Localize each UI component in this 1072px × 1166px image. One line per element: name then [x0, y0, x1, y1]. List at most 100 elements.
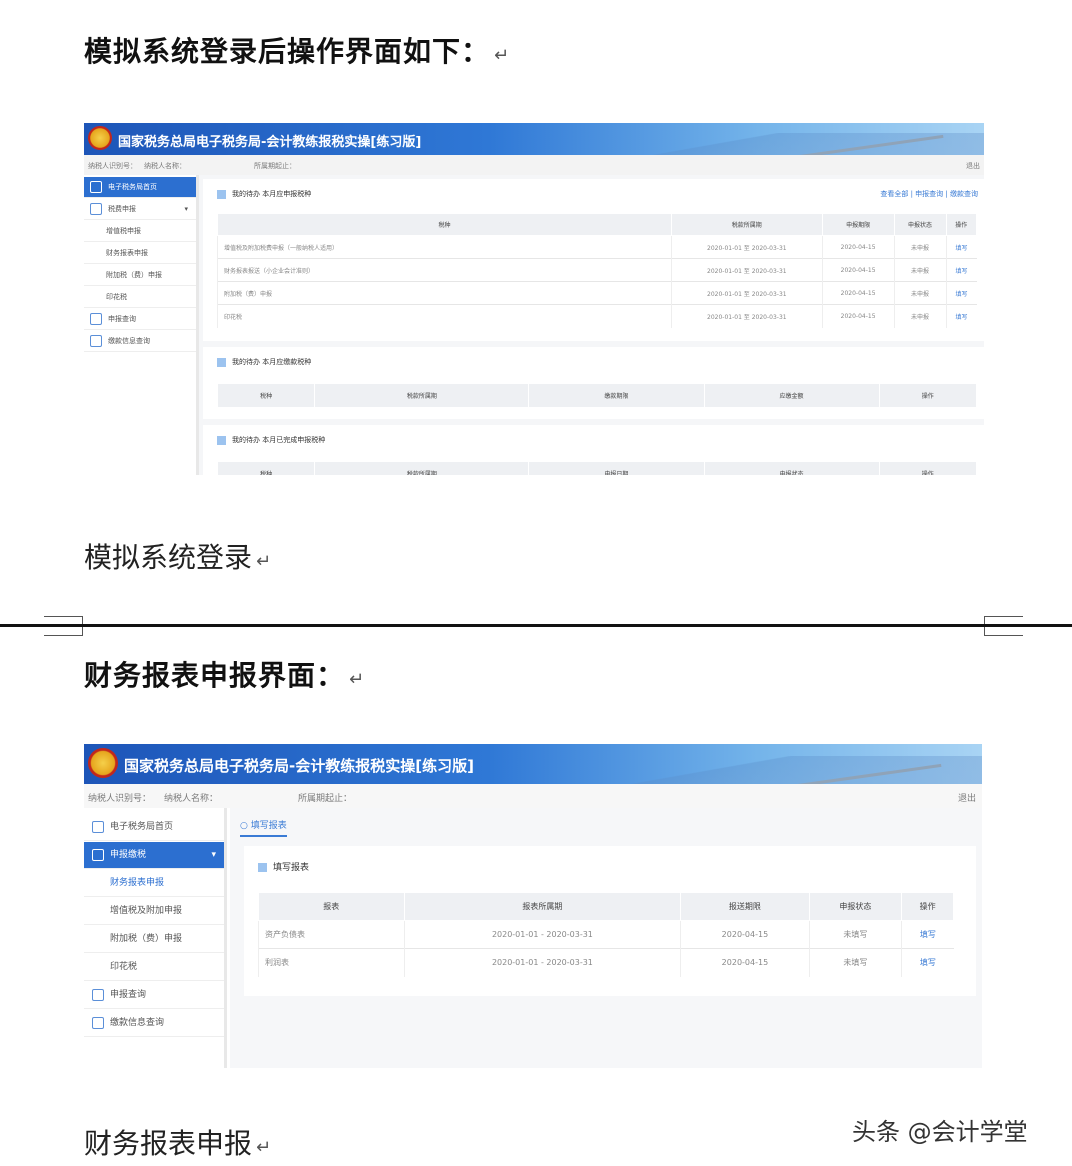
cell-status: 未填写 [808, 948, 902, 977]
cell-status: 未申报 [893, 281, 946, 305]
cell-deadline: 2020-04-15 [821, 258, 895, 282]
cell-report: 资产负债表 [258, 920, 405, 949]
col-deadline: 报送期限 [680, 892, 810, 921]
payment-icon [90, 335, 102, 347]
col-period: 税款所属期 [670, 213, 823, 236]
table-header-row: 税种 税款所属期 申报期限 申报状态 操作 [217, 213, 977, 236]
cell-period: 2020-01-01 至 2020-03-31 [670, 304, 823, 328]
col-amount: 应缴金额 [703, 383, 880, 408]
caption-2: 财务报表申报 ↵ [84, 1127, 272, 1160]
list-icon [258, 863, 267, 872]
list-icon [217, 357, 226, 367]
return-mark: ↵ [349, 669, 366, 690]
return-mark: ↵ [256, 1137, 272, 1158]
nav-item-home[interactable]: 电子税务局首页 [84, 814, 224, 841]
home-icon [90, 181, 102, 193]
cell-tax-type: 财务报表报送（小企业会计准则） [217, 258, 672, 282]
cell-tax-type: 增值税及附加税费申报（一般纳税人适用） [217, 235, 672, 259]
nav-subitem-vat[interactable]: 增值税及附加申报 [84, 898, 224, 925]
nav-item-declare-query[interactable]: 申报查询 [84, 982, 224, 1009]
table-row: 增值税及附加税费申报（一般纳税人适用） 2020-01-01 至 2020-03… [217, 235, 977, 259]
nav-item-payment-query[interactable]: 缴款信息查询 [84, 1010, 224, 1037]
col-period: 税款所属期 [314, 383, 530, 408]
watermark: 头条 @会计学堂 [852, 1118, 1028, 1146]
fill-link[interactable]: 填写 [945, 235, 977, 259]
nav-item-declare-pay[interactable]: 申报缴税 ▾ [84, 842, 224, 869]
list-icon [217, 435, 226, 445]
section-heading-1: 模拟系统登录后操作界面如下： ↵ [84, 35, 511, 68]
panel-title: 我的待办 本月应缴款税种 [217, 357, 311, 367]
tab-fill-report[interactable]: ○ 填写报表 [240, 818, 287, 837]
nav-subitem-surtax[interactable]: 附加税（费）申报 [84, 265, 196, 286]
banner-title: 国家税务总局电子税务局-会计教练报税实操[练习版] [118, 135, 422, 150]
col-tax-type: 税种 [217, 213, 672, 236]
circle-icon: ○ [240, 821, 251, 831]
site-banner: 国家税务总局电子税务局-会计教练报税实操[练习版] [84, 123, 984, 161]
document-icon [92, 848, 104, 861]
nav-item-home[interactable]: 电子税务局首页 [84, 177, 196, 198]
cell-period: 2020-01-01 至 2020-03-31 [670, 281, 823, 305]
cell-period: 2020-01-01 - 2020-03-31 [403, 920, 681, 949]
fill-link[interactable]: 填写 [945, 281, 977, 305]
nav-item-payment-query[interactable]: 缴款信息查询 [84, 331, 196, 352]
col-period: 税款所属期 [314, 461, 530, 475]
cell-period: 2020-01-01 至 2020-03-31 [670, 258, 823, 282]
cell-deadline: 2020-04-15 [680, 920, 810, 949]
nav-subitem-surtax[interactable]: 附加税（费）申报 [84, 926, 224, 953]
fill-link[interactable]: 填写 [945, 258, 977, 282]
col-status: 申报状态 [808, 892, 903, 921]
chevron-down-icon: ▾ [184, 205, 188, 213]
nav-item-tax-declare[interactable]: 税费申报 ▾ [84, 199, 196, 220]
nav-subitem-stamp-tax[interactable]: 印花税 [84, 287, 196, 308]
col-status: 申报状态 [703, 461, 880, 475]
document-icon [90, 203, 102, 215]
cell-period: 2020-01-01 至 2020-03-31 [670, 235, 823, 259]
cell-deadline: 2020-04-15 [821, 281, 895, 305]
logout-link[interactable]: 退出 [966, 161, 980, 171]
query-icon [90, 313, 102, 325]
logout-link[interactable]: 退出 [958, 791, 976, 804]
panel-completed: 我的待办 本月已完成申报税种 税种 税款所属期 申报日期 申报状态 操作 [203, 425, 984, 475]
panel-title: 我的待办 本月应申报税种 [217, 189, 311, 199]
fill-link[interactable]: 填写 [945, 304, 977, 328]
banner-title: 国家税务总局电子税务局-会计教练报税实操[练习版] [124, 757, 474, 775]
report-table: 报表 报表所属期 报送期限 申报状态 操作 资产负债表 2020-01-01 -… [258, 892, 954, 977]
home-icon [92, 820, 104, 833]
info-period: 所属期起止： [298, 794, 353, 804]
return-mark: ↵ [494, 45, 511, 66]
cell-deadline: 2020-04-15 [680, 948, 810, 977]
table-header-row: 税种 税款所属期 缴款期限 应缴金额 操作 [216, 383, 978, 408]
col-deadline: 申报期限 [821, 213, 895, 236]
col-action: 操作 [878, 383, 978, 408]
payment-icon [92, 1016, 104, 1029]
cell-deadline: 2020-04-15 [821, 235, 895, 259]
panel-title: 填写报表 [258, 860, 309, 873]
page-break-line [0, 624, 1072, 627]
fill-link[interactable]: 填写 [901, 920, 954, 949]
panel-fill-report: 填写报表 报表 报表所属期 报送期限 申报状态 操作 资产负债表 2020-01… [244, 846, 976, 996]
cell-period: 2020-01-01 - 2020-03-31 [403, 948, 681, 977]
cell-report: 利润表 [258, 948, 405, 977]
col-report: 报表 [258, 892, 405, 921]
col-action: 操作 [901, 892, 954, 921]
section-heading-2: 财务报表申报界面： ↵ [84, 659, 366, 692]
col-period: 报表所属期 [403, 892, 682, 921]
caption-1: 模拟系统登录 ↵ [84, 541, 272, 574]
nav-subitem-stamp-tax[interactable]: 印花税 [84, 954, 224, 981]
table-header-row: 报表 报表所属期 报送期限 申报状态 操作 [258, 892, 954, 921]
info-period: 所属期起止： [254, 162, 296, 170]
cell-status: 未申报 [893, 258, 946, 282]
completed-table: 税种 税款所属期 申报日期 申报状态 操作 [216, 461, 978, 475]
col-tax-type: 税种 [216, 383, 316, 408]
sidebar: 电子税务局首页 申报缴税 ▾ 财务报表申报 增值税及附加申报 附加税（费）申报 印… [84, 808, 227, 1068]
panel-links[interactable]: 查看全部 | 申报查询 | 缴款查询 [880, 189, 978, 199]
nav-subitem-vat[interactable]: 增值税申报 [84, 221, 196, 242]
fill-link[interactable]: 填写 [901, 948, 954, 977]
nav-subitem-financial-report[interactable]: 财务报表申报 [84, 870, 224, 897]
main-area: ○ 填写报表 填写报表 报表 报表所属期 报送期限 申报状态 操作 资产负债表 … [230, 808, 982, 1068]
nav-subitem-financial-report[interactable]: 财务报表申报 [84, 243, 196, 264]
site-banner: 国家税务总局电子税务局-会计教练报税实操[练习版] [84, 744, 982, 790]
nav-item-declare-query[interactable]: 申报查询 [84, 309, 196, 330]
screenshot-report-ui: 国家税务总局电子税务局-会计教练报税实操[练习版] 纳税人识别号： 纳税人名称：… [84, 744, 982, 1068]
sidebar: 电子税务局首页 税费申报 ▾ 增值税申报 财务报表申报 附加税（费）申报 印花税 … [84, 175, 199, 475]
